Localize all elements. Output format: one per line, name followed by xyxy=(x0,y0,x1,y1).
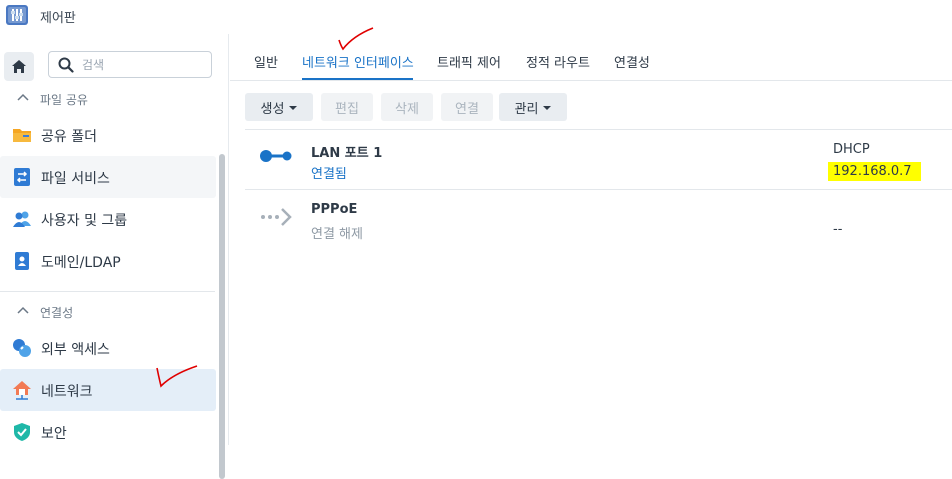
delete-label: 삭제 xyxy=(395,101,419,117)
manage-label: 관리 xyxy=(514,101,539,117)
sidebar-item-security[interactable]: 보안 xyxy=(0,411,216,453)
file-services-icon xyxy=(14,168,30,186)
sidebar-item-label: 사용자 및 그룹 xyxy=(41,213,128,229)
home-button[interactable] xyxy=(4,52,34,81)
group-label: 연결성 xyxy=(40,306,74,320)
sidebar-item-label: 공유 폴더 xyxy=(41,129,97,145)
create-button[interactable]: 생성 xyxy=(245,93,313,121)
caret-down-icon xyxy=(543,106,552,110)
tab-connectivity[interactable]: 연결성 xyxy=(614,52,650,71)
tab-static-route[interactable]: 정적 라우트 xyxy=(526,52,590,71)
interface-name: PPPoE xyxy=(311,202,358,217)
external-access-icon xyxy=(13,339,31,357)
folder-icon xyxy=(13,129,31,142)
tab-general[interactable]: 일반 xyxy=(254,52,278,71)
tab-bar: 일반 네트워크 인터페이스 트래픽 제어 정적 라우트 연결성 xyxy=(230,34,952,81)
active-tab-indicator xyxy=(302,78,413,80)
shield-icon xyxy=(14,423,30,441)
sidebar-item-network[interactable]: 네트워크 xyxy=(0,369,216,411)
users-icon xyxy=(13,211,31,227)
edit-label: 편집 xyxy=(335,101,359,117)
sidebar-item-external-access[interactable]: 외부 액세스 xyxy=(0,327,216,369)
sidebar-item-shared-folder[interactable]: 공유 폴더 xyxy=(0,114,216,156)
main-panel: 일반 네트워크 인터페이스 트래픽 제어 정적 라우트 연결성 생성 편집 삭제… xyxy=(230,34,952,445)
interface-row-lan1[interactable]: LAN 포트 1 연결됨 DHCP 192.168.0.7 xyxy=(245,129,952,189)
interface-status: 연결 해제 xyxy=(311,227,363,242)
interface-ip: 192.168.0.7 xyxy=(833,164,912,179)
group-label: 파일 공유 xyxy=(40,93,88,107)
tab-network-interface[interactable]: 네트워크 인터페이스 xyxy=(302,52,414,71)
tab-traffic-control[interactable]: 트래픽 제어 xyxy=(437,52,501,71)
create-label: 생성 xyxy=(260,101,285,117)
search-input[interactable] xyxy=(82,55,202,74)
interface-name: LAN 포트 1 xyxy=(311,146,383,161)
interface-row-pppoe[interactable]: PPPoE 연결 해제 -- xyxy=(245,189,952,249)
lan-connected-icon xyxy=(260,150,292,162)
connect-button[interactable]: 연결 xyxy=(441,93,493,121)
group-connectivity[interactable]: 연결성 xyxy=(0,300,215,324)
sidebar-scrollbar[interactable] xyxy=(219,154,225,479)
sidebar-item-label: 도메인/LDAP xyxy=(41,255,121,271)
sidebar-item-users-groups[interactable]: 사용자 및 그룹 xyxy=(0,198,216,240)
interface-ip: -- xyxy=(833,222,843,237)
sidebar: 파일 공유 공유 폴더 파일 서비스 사용자 및 그룹 xyxy=(0,34,229,479)
home-icon xyxy=(12,60,26,73)
sidebar-item-label: 파일 서비스 xyxy=(41,171,110,187)
divider xyxy=(0,291,215,292)
sidebar-item-label: 네트워크 xyxy=(41,384,93,400)
chevron-up-icon xyxy=(17,306,29,314)
search-icon xyxy=(58,57,74,73)
network-icon xyxy=(13,381,31,400)
delete-button[interactable]: 삭제 xyxy=(381,93,433,121)
manage-button[interactable]: 관리 xyxy=(499,93,567,121)
search-field[interactable] xyxy=(48,51,212,78)
pppoe-disconnected-icon xyxy=(261,208,292,226)
connect-label: 연결 xyxy=(455,101,479,117)
title-bar: 제어판 xyxy=(0,0,952,34)
group-file-sharing[interactable]: 파일 공유 xyxy=(0,87,215,111)
edit-button[interactable]: 편집 xyxy=(321,93,373,121)
window-title: 제어판 xyxy=(40,11,76,26)
interface-mode: DHCP xyxy=(833,142,870,157)
caret-down-icon xyxy=(289,106,298,110)
domain-icon xyxy=(15,252,29,270)
sidebar-item-label: 외부 액세스 xyxy=(41,342,110,358)
sidebar-item-label: 보안 xyxy=(41,426,67,442)
sidebar-item-domain-ldap[interactable]: 도메인/LDAP xyxy=(0,240,216,282)
interface-status: 연결됨 xyxy=(311,167,347,182)
sidebar-item-file-services[interactable]: 파일 서비스 xyxy=(0,156,216,198)
chevron-up-icon xyxy=(17,93,29,101)
control-panel-icon xyxy=(6,5,28,25)
